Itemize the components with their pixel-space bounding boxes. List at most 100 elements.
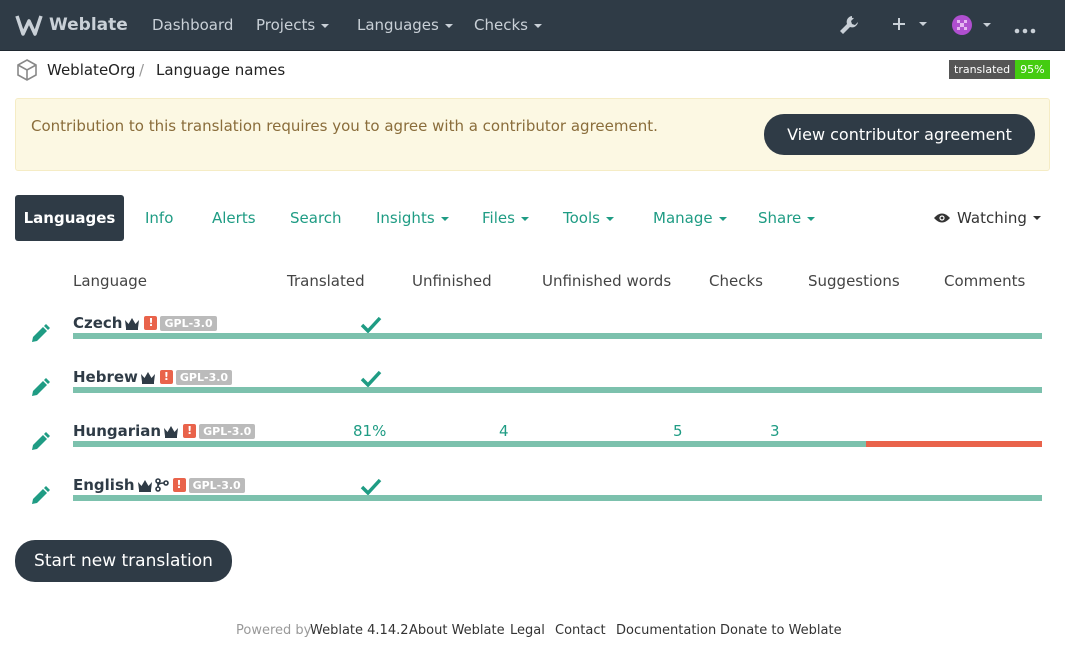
tab-insights[interactable]: Insights xyxy=(361,195,464,241)
pencil-icon[interactable] xyxy=(30,378,50,398)
user-menu[interactable] xyxy=(951,14,991,40)
badge-value: 95% xyxy=(1015,60,1050,79)
pencil-icon[interactable] xyxy=(30,324,50,344)
breadcrumb: WeblateOrg / Language names translated 9… xyxy=(0,51,1065,89)
column-header-checks[interactable]: Checks xyxy=(709,272,763,290)
nav-projects[interactable]: Projects xyxy=(256,16,330,34)
nav-dashboard[interactable]: Dashboard xyxy=(152,16,233,34)
progress-bar-fill xyxy=(73,441,866,447)
footer-donate-link[interactable]: Donate to Weblate xyxy=(720,623,842,638)
tab-files-label: Files xyxy=(482,209,515,227)
caret-down-icon xyxy=(807,216,816,221)
brand-link[interactable]: Weblate xyxy=(15,13,128,37)
breadcrumb-separator: / xyxy=(139,61,145,79)
pencil-icon[interactable] xyxy=(30,432,50,452)
translation-status-badge[interactable]: translated 95% xyxy=(949,60,1050,79)
language-link[interactable]: Hebrew ! GPL-3.0 xyxy=(73,368,233,386)
progress-bar xyxy=(73,441,1042,447)
alert-icon[interactable]: ! xyxy=(144,316,158,330)
column-header-translated[interactable]: Translated xyxy=(287,272,365,290)
start-new-translation-button[interactable]: Start new translation xyxy=(15,540,232,582)
top-navbar: Weblate Dashboard Projects Languages Che… xyxy=(0,0,1065,51)
progress-bar-fill xyxy=(73,495,1042,501)
alert-icon[interactable]: ! xyxy=(183,424,197,438)
watch-label: Watching xyxy=(957,209,1027,227)
badge-label: translated xyxy=(949,60,1016,79)
footer-version-link[interactable]: Weblate 4.14.2 xyxy=(310,623,409,638)
translated-percent[interactable]: 81% xyxy=(353,422,386,440)
contributor-agreement-alert: Contribution to this translation require… xyxy=(15,98,1050,171)
unfinished-count[interactable]: 4 xyxy=(499,422,509,440)
tab-info-label: Info xyxy=(145,209,174,227)
nav-checks[interactable]: Checks xyxy=(474,16,542,34)
checkmark-icon xyxy=(360,370,382,388)
tab-tools[interactable]: Tools xyxy=(548,195,629,241)
breadcrumb-organization[interactable]: WeblateOrg xyxy=(47,61,135,79)
tab-search[interactable]: Search xyxy=(275,195,357,241)
language-link[interactable]: Hungarian ! GPL-3.0 xyxy=(73,422,256,440)
progress-bar-fill xyxy=(73,387,1042,393)
column-header-unfinished-words[interactable]: Unfinished words xyxy=(542,272,671,290)
license-badge: GPL-3.0 xyxy=(199,423,256,439)
language-name: English xyxy=(73,476,135,494)
wrench-icon[interactable] xyxy=(838,14,860,40)
footer-legal-link[interactable]: Legal xyxy=(510,623,545,638)
tab-info[interactable]: Info xyxy=(130,195,188,241)
checkmark-icon xyxy=(360,316,382,334)
footer-contact-link[interactable]: Contact xyxy=(555,623,606,638)
language-link[interactable]: English ! GPL-3.0 xyxy=(73,476,245,494)
column-header-unfinished[interactable]: Unfinished xyxy=(412,272,492,290)
nav-languages-label: Languages xyxy=(357,16,439,34)
tab-share[interactable]: Share xyxy=(743,195,830,241)
alert-message: Contribution to this translation require… xyxy=(31,117,658,135)
license-badge: GPL-3.0 xyxy=(188,477,245,493)
unfinished-words-count[interactable]: 5 xyxy=(673,422,683,440)
caret-down-icon xyxy=(983,23,991,27)
tab-manage-label: Manage xyxy=(653,209,713,227)
more-icon[interactable] xyxy=(1014,22,1036,38)
progress-bar xyxy=(73,333,1042,339)
plus-icon xyxy=(893,18,905,30)
tab-languages[interactable]: Languages xyxy=(15,195,124,241)
progress-bar xyxy=(73,387,1042,393)
table-row: Hebrew ! GPL-3.0 xyxy=(0,365,1065,419)
breadcrumb-project[interactable]: Language names xyxy=(156,61,285,79)
tab-alerts[interactable]: Alerts xyxy=(197,195,271,241)
tab-files[interactable]: Files xyxy=(467,195,544,241)
checks-count[interactable]: 3 xyxy=(770,422,780,440)
add-menu[interactable] xyxy=(891,16,927,36)
language-name: Hungarian xyxy=(73,422,162,440)
alert-icon[interactable]: ! xyxy=(159,370,173,384)
tab-insights-label: Insights xyxy=(376,209,435,227)
footer-documentation-link[interactable]: Documentation xyxy=(616,623,716,638)
language-link[interactable]: Czech ! GPL-3.0 xyxy=(73,314,217,332)
nav-languages[interactable]: Languages xyxy=(357,16,453,34)
column-header-comments[interactable]: Comments xyxy=(944,272,1025,290)
crown-icon xyxy=(137,479,152,492)
organization-icon xyxy=(17,59,37,81)
table-row: Czech ! GPL-3.0 xyxy=(0,311,1065,365)
pencil-icon[interactable] xyxy=(30,486,50,506)
caret-down-icon xyxy=(1032,216,1041,220)
progress-bar-fill xyxy=(73,333,1042,339)
caret-down-icon xyxy=(919,22,927,26)
caret-down-icon xyxy=(605,216,614,221)
watch-dropdown[interactable]: Watching xyxy=(933,195,1041,241)
brand-name: Weblate xyxy=(49,15,128,35)
column-header-language[interactable]: Language xyxy=(73,272,147,290)
tab-search-label: Search xyxy=(290,209,342,227)
eye-icon xyxy=(934,213,950,223)
language-name: Hebrew xyxy=(73,368,138,386)
license-badge: GPL-3.0 xyxy=(175,369,233,385)
nav-projects-label: Projects xyxy=(256,16,316,34)
language-name: Czech xyxy=(73,314,123,332)
column-header-suggestions[interactable]: Suggestions xyxy=(808,272,900,290)
footer-about-link[interactable]: About Weblate xyxy=(409,623,505,638)
table-row: Hungarian ! GPL-3.0 81% 4 5 3 xyxy=(0,419,1065,473)
tab-manage[interactable]: Manage xyxy=(638,195,742,241)
avatar xyxy=(952,15,972,35)
alert-icon[interactable]: ! xyxy=(172,478,186,492)
crown-icon xyxy=(140,371,155,384)
view-agreement-button[interactable]: View contributor agreement xyxy=(764,114,1035,155)
caret-down-icon xyxy=(520,216,529,221)
